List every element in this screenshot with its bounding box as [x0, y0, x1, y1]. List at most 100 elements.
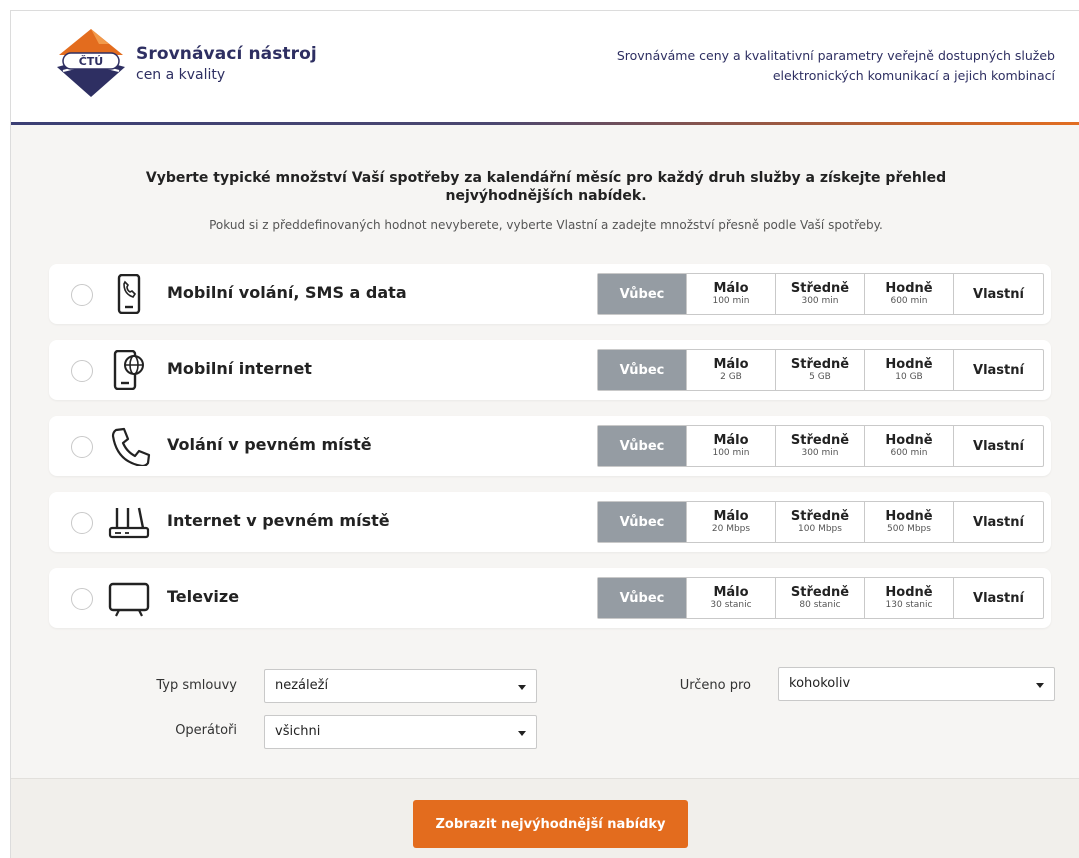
- mobile-call-icon: [117, 274, 141, 314]
- option-stredne[interactable]: Středně 80 stanic: [776, 578, 865, 618]
- option-stredne[interactable]: Středně 300 min: [776, 274, 865, 314]
- option-sub: 20 Mbps: [711, 524, 751, 534]
- option-hodne[interactable]: Hodně 600 min: [865, 274, 954, 314]
- header-divider: [11, 122, 1079, 125]
- option-stredne[interactable]: Středně 100 Mbps: [776, 502, 865, 542]
- option-vlastni[interactable]: Vlastní: [954, 274, 1043, 314]
- option-sub: 100 min: [712, 448, 750, 458]
- operators-select[interactable]: všichni: [264, 715, 537, 749]
- option-vlastni[interactable]: Vlastní: [954, 578, 1043, 618]
- option-stredne[interactable]: Středně 300 min: [776, 426, 865, 466]
- phone-handset-icon: [111, 427, 151, 466]
- option-label: Hodně: [885, 433, 933, 448]
- option-vlastni[interactable]: Vlastní: [954, 426, 1043, 466]
- option-label: Středně: [790, 281, 850, 296]
- contract-type-label: Typ smlouvy: [156, 678, 237, 693]
- option-sub: 2 GB: [720, 372, 742, 382]
- option-vubec[interactable]: Vůbec: [598, 274, 687, 314]
- option-label: Středně: [790, 433, 850, 448]
- service-name: Mobilní internet: [167, 359, 312, 378]
- option-label: Vůbec: [619, 514, 665, 530]
- option-sub: 130 stanic: [885, 600, 933, 610]
- option-label: Vlastní: [973, 362, 1024, 378]
- option-label: Hodně: [885, 357, 933, 372]
- option-malo[interactable]: Málo 100 min: [687, 426, 776, 466]
- service-radio[interactable]: [71, 588, 93, 610]
- option-sub: 30 stanic: [710, 600, 752, 610]
- service-name: Volání v pevném místě: [167, 435, 372, 454]
- tagline-line-2: elektronických komunikací a jejich kombi…: [772, 68, 1055, 83]
- tv-icon: [108, 582, 150, 617]
- show-best-offers-button[interactable]: Zobrazit nejvýhodnější nabídky: [413, 800, 688, 848]
- target-select[interactable]: kohokoliv: [778, 667, 1055, 701]
- option-label: Středně: [790, 585, 850, 600]
- option-sub: 100 min: [712, 296, 750, 306]
- service-row-mobile-call: Mobilní volání, SMS a data Vůbec Málo 100…: [49, 264, 1051, 324]
- option-label: Vůbec: [619, 362, 665, 378]
- option-sub: 10 GB: [895, 372, 923, 382]
- option-sub: 600 min: [890, 296, 928, 306]
- option-label: Málo: [713, 585, 749, 600]
- service-name: Televize: [167, 587, 240, 606]
- operators-value: všichni: [275, 724, 321, 739]
- option-vlastni[interactable]: Vlastní: [954, 350, 1043, 390]
- option-vubec[interactable]: Vůbec: [598, 350, 687, 390]
- header-tagline: Srovnáváme ceny a kvalitativní parametry…: [585, 46, 1055, 86]
- option-label: Vlastní: [973, 286, 1024, 302]
- service-row-fixed-internet: Internet v pevném místě Vůbec Málo 20 Mbp…: [49, 492, 1051, 552]
- operators-label: Operátoři: [175, 723, 237, 738]
- quantity-options: Vůbec Málo 100 min Středně 300 min Hodně 60…: [597, 273, 1044, 315]
- quantity-options: Vůbec Málo 100 min Středně 300 min Hodně 60…: [597, 425, 1044, 467]
- option-vlastni[interactable]: Vlastní: [954, 502, 1043, 542]
- quantity-options: Vůbec Málo 30 stanic Středně 80 stanic Hod…: [597, 577, 1044, 619]
- brand-title: Srovnávací nástroj: [136, 44, 317, 64]
- option-label: Hodně: [885, 281, 933, 296]
- service-radio[interactable]: [71, 360, 93, 382]
- option-hodne[interactable]: Hodně 10 GB: [865, 350, 954, 390]
- intro-title: Vyberte typické množství Vaší spotřeby z…: [145, 170, 947, 204]
- service-radio[interactable]: [71, 512, 93, 534]
- option-label: Hodně: [885, 585, 933, 600]
- mobile-internet-icon: [113, 350, 144, 390]
- option-sub: 300 min: [801, 296, 839, 306]
- tagline-line-1: Srovnáváme ceny a kvalitativní parametry…: [616, 48, 1055, 63]
- ctu-logo-icon[interactable]: ČTÚ: [51, 27, 131, 99]
- option-label: Málo: [713, 433, 749, 448]
- service-list: Mobilní volání, SMS a data Vůbec Málo 100…: [49, 264, 1051, 644]
- quantity-options: Vůbec Málo 2 GB Středně 5 GB Hodně 10 GB Vl…: [597, 349, 1044, 391]
- service-name: Mobilní volání, SMS a data: [167, 283, 407, 302]
- service-radio[interactable]: [71, 436, 93, 458]
- option-hodne[interactable]: Hodně 130 stanic: [865, 578, 954, 618]
- option-hodne[interactable]: Hodně 600 min: [865, 426, 954, 466]
- intro-note: Pokud si z předdefinovaných hodnot nevyb…: [209, 218, 883, 232]
- option-malo[interactable]: Málo 2 GB: [687, 350, 776, 390]
- contract-type-select[interactable]: nezáleží: [264, 669, 537, 703]
- contract-type-value: nezáleží: [275, 678, 329, 693]
- service-row-fixed-voice: Volání v pevném místě Vůbec Málo 100 min …: [49, 416, 1051, 476]
- option-label: Málo: [713, 281, 749, 296]
- option-label: Středně: [790, 509, 850, 524]
- quantity-options: Vůbec Málo 20 Mbps Středně 100 Mbps Hodně 5…: [597, 501, 1044, 543]
- brand-subtitle: cen a kvality: [136, 67, 226, 83]
- option-malo[interactable]: Málo 20 Mbps: [687, 502, 776, 542]
- option-label: Vlastní: [973, 514, 1024, 530]
- target-value: kohokoliv: [789, 676, 851, 691]
- option-malo[interactable]: Málo 100 min: [687, 274, 776, 314]
- option-sub: 600 min: [890, 448, 928, 458]
- option-label: Málo: [713, 357, 749, 372]
- option-stredne[interactable]: Středně 5 GB: [776, 350, 865, 390]
- option-vubec[interactable]: Vůbec: [598, 578, 687, 618]
- option-vubec[interactable]: Vůbec: [598, 502, 687, 542]
- router-icon: [108, 507, 150, 539]
- option-vubec[interactable]: Vůbec: [598, 426, 687, 466]
- option-label: Málo: [713, 509, 749, 524]
- chevron-down-icon: [518, 685, 526, 690]
- option-label: Vlastní: [973, 590, 1024, 606]
- option-malo[interactable]: Málo 30 stanic: [687, 578, 776, 618]
- option-hodne[interactable]: Hodně 500 Mbps: [865, 502, 954, 542]
- target-label: Určeno pro: [679, 678, 751, 693]
- header: ČTÚ Srovnávací nástroj cen a kvality Sro…: [11, 11, 1079, 123]
- option-sub: 100 Mbps: [798, 524, 842, 534]
- option-label: Vlastní: [973, 438, 1024, 454]
- service-radio[interactable]: [71, 284, 93, 306]
